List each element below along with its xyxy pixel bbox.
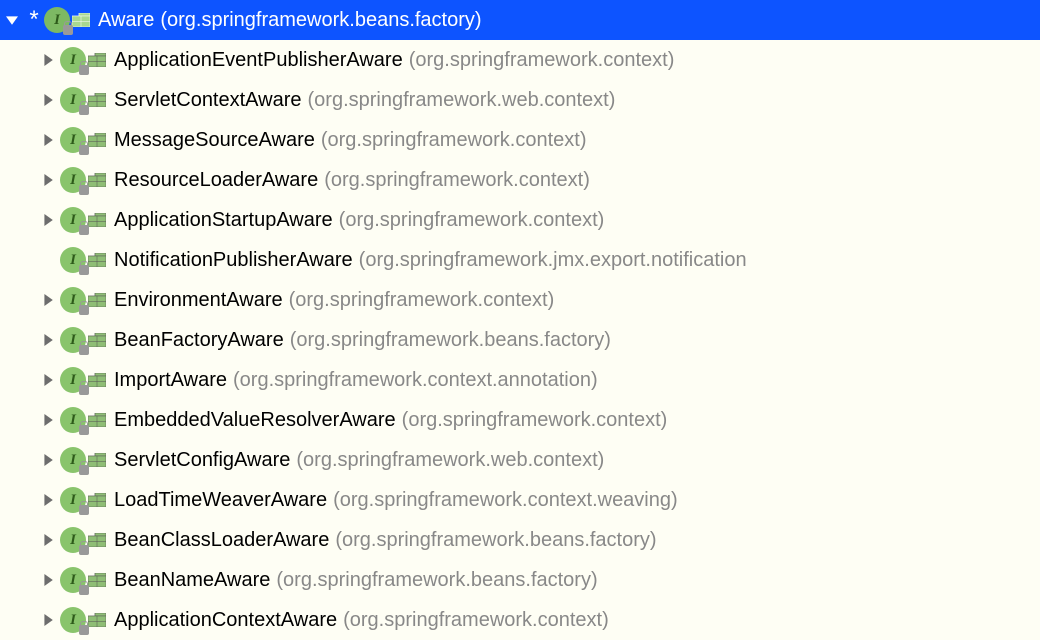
package-icon: [88, 453, 106, 467]
class-name: ApplicationStartupAware: [114, 209, 333, 232]
tree-item[interactable]: I ApplicationContextAware (org.springfram…: [0, 600, 1040, 640]
package-name: (org.springframework.web.context): [308, 89, 616, 112]
package-icon: [88, 53, 106, 67]
package-icon: [88, 213, 106, 227]
class-name: ApplicationContextAware: [114, 609, 337, 632]
package-name: (org.springframework.beans.factory): [290, 329, 611, 352]
star-marker: *: [24, 6, 44, 34]
interface-icon: I: [60, 47, 86, 73]
package-name: (org.springframework.beans.factory): [276, 569, 597, 592]
class-name: LoadTimeWeaverAware: [114, 489, 327, 512]
class-name: Aware: [98, 9, 154, 32]
tree-item[interactable]: I ApplicationEventPublisherAware (org.spr…: [0, 40, 1040, 80]
expand-arrow-right-icon[interactable]: [36, 454, 60, 466]
interface-icon: I: [44, 7, 70, 33]
tree-item[interactable]: I ServletConfigAware (org.springframework…: [0, 440, 1040, 480]
class-name: NotificationPublisherAware: [114, 249, 353, 272]
package-icon: [88, 413, 106, 427]
interface-icon: I: [60, 87, 86, 113]
interface-icon: I: [60, 407, 86, 433]
tree-item[interactable]: I ResourceLoaderAware (org.springframewor…: [0, 160, 1040, 200]
interface-icon: I: [60, 167, 86, 193]
package-name: (org.springframework.context.weaving): [333, 489, 678, 512]
class-name: EmbeddedValueResolverAware: [114, 409, 396, 432]
package-name: (org.springframework.context): [324, 169, 590, 192]
package-name: (org.springframework.beans.factory): [160, 9, 481, 32]
expand-arrow-right-icon[interactable]: [36, 94, 60, 106]
tree-item[interactable]: I BeanNameAware (org.springframework.bean…: [0, 560, 1040, 600]
package-icon: [88, 133, 106, 147]
package-icon: [88, 373, 106, 387]
package-name: (org.springframework.beans.factory): [335, 529, 656, 552]
class-name: BeanClassLoaderAware: [114, 529, 329, 552]
interface-icon: I: [60, 327, 86, 353]
tree-item[interactable]: I LoadTimeWeaverAware (org.springframewor…: [0, 480, 1040, 520]
interface-icon: I: [60, 127, 86, 153]
package-icon: [88, 493, 106, 507]
package-name: (org.springframework.context): [321, 129, 587, 152]
class-name: ImportAware: [114, 369, 227, 392]
expand-arrow-right-icon[interactable]: [36, 294, 60, 306]
interface-icon: I: [60, 287, 86, 313]
tree-item[interactable]: I ImportAware (org.springframework.contex…: [0, 360, 1040, 400]
package-icon: [88, 293, 106, 307]
expand-arrow-right-icon[interactable]: [36, 174, 60, 186]
tree-item[interactable]: I BeanClassLoaderAware (org.springframewo…: [0, 520, 1040, 560]
tree-item[interactable]: I ApplicationStartupAware (org.springfram…: [0, 200, 1040, 240]
package-name: (org.springframework.context): [343, 609, 609, 632]
tree-item[interactable]: I MessageSourceAware (org.springframework…: [0, 120, 1040, 160]
class-name: ApplicationEventPublisherAware: [114, 49, 403, 72]
interface-icon: I: [60, 447, 86, 473]
class-name: BeanNameAware: [114, 569, 270, 592]
tree-item[interactable]: I BeanFactoryAware (org.springframework.b…: [0, 320, 1040, 360]
class-name: ServletContextAware: [114, 89, 302, 112]
package-icon: [88, 173, 106, 187]
expand-arrow-down-icon[interactable]: [0, 14, 24, 26]
expand-arrow-right-icon[interactable]: [36, 494, 60, 506]
class-name: MessageSourceAware: [114, 129, 315, 152]
interface-icon: I: [60, 367, 86, 393]
package-name: (org.springframework.context): [409, 49, 675, 72]
class-name: ResourceLoaderAware: [114, 169, 318, 192]
expand-arrow-right-icon[interactable]: [36, 574, 60, 586]
expand-arrow-right-icon[interactable]: [36, 374, 60, 386]
tree-item[interactable]: I EnvironmentAware (org.springframework.c…: [0, 280, 1040, 320]
package-icon: [88, 333, 106, 347]
interface-icon: I: [60, 247, 86, 273]
package-icon: [88, 613, 106, 627]
expand-arrow-right-icon[interactable]: [36, 54, 60, 66]
tree-root-row[interactable]: *I Aware (org.springframework.beans.facto…: [0, 0, 1040, 40]
package-icon: [88, 253, 106, 267]
package-name: (org.springframework.context): [289, 289, 555, 312]
tree-item[interactable]: I EmbeddedValueResolverAware (org.springf…: [0, 400, 1040, 440]
package-icon: [72, 13, 90, 27]
class-name: ServletConfigAware: [114, 449, 290, 472]
interface-icon: I: [60, 567, 86, 593]
interface-icon: I: [60, 607, 86, 633]
tree-item[interactable]: I ServletContextAware (org.springframewor…: [0, 80, 1040, 120]
expand-arrow-right-icon[interactable]: [36, 414, 60, 426]
class-name: BeanFactoryAware: [114, 329, 284, 352]
package-name: (org.springframework.context): [339, 209, 605, 232]
package-name: (org.springframework.jmx.export.notifica…: [359, 249, 747, 272]
expand-arrow-right-icon[interactable]: [36, 134, 60, 146]
interface-icon: I: [60, 527, 86, 553]
package-name: (org.springframework.web.context): [296, 449, 604, 472]
interface-icon: I: [60, 207, 86, 233]
tree-item[interactable]: I NotificationPublisherAware (org.springf…: [0, 240, 1040, 280]
expand-arrow-right-icon[interactable]: [36, 534, 60, 546]
expand-arrow-right-icon[interactable]: [36, 214, 60, 226]
package-name: (org.springframework.context.annotation): [233, 369, 598, 392]
expand-arrow-right-icon[interactable]: [36, 614, 60, 626]
interface-icon: I: [60, 487, 86, 513]
expand-arrow-right-icon[interactable]: [36, 334, 60, 346]
class-name: EnvironmentAware: [114, 289, 283, 312]
package-icon: [88, 533, 106, 547]
package-icon: [88, 573, 106, 587]
package-name: (org.springframework.context): [402, 409, 668, 432]
package-icon: [88, 93, 106, 107]
